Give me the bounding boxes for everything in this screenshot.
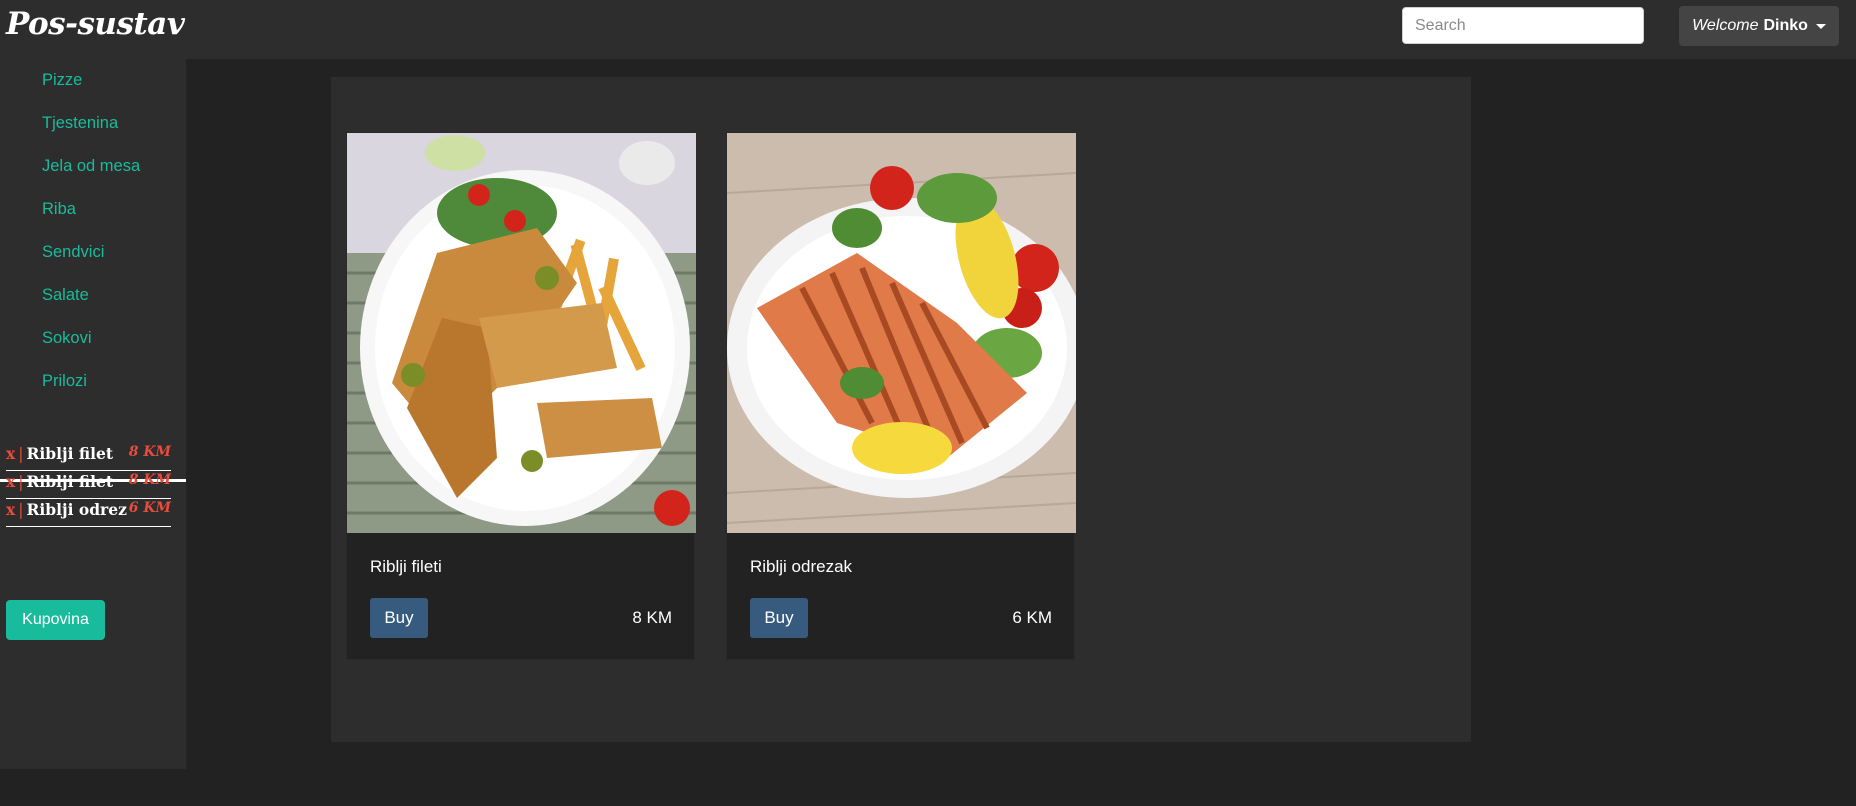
welcome-label: Welcome xyxy=(1692,17,1759,34)
product-image-salmon-steak xyxy=(727,133,1076,533)
brand-logo[interactable]: Pos-sustav xyxy=(6,6,185,42)
product-name: Riblji odrezak xyxy=(750,557,853,576)
cart-item-name: Riblji odrez xyxy=(26,500,127,519)
cart-item-price: 8 KM xyxy=(128,472,171,488)
navbar: Pos-sustav Welcome Dinko xyxy=(0,0,1856,59)
category-salate[interactable]: Salate xyxy=(42,286,89,305)
remove-item-button[interactable]: x xyxy=(6,500,15,519)
cart-separator: | xyxy=(18,501,24,519)
search-input[interactable] xyxy=(1402,7,1644,44)
buy-button[interactable]: Buy xyxy=(750,598,808,638)
remove-item-button[interactable]: x xyxy=(6,472,15,491)
caret-down-icon xyxy=(1815,23,1826,29)
product-panel: Riblji fileti Buy 8 KM Riblji odrezak Bu… xyxy=(331,77,1471,742)
sidebar: Pizze Tjestenina Jela od mesa Riba Sendv… xyxy=(0,59,186,769)
category-sendvici[interactable]: Sendvici xyxy=(42,243,104,262)
cart-item-name: Riblji filet xyxy=(26,444,114,463)
category-riba[interactable]: Riba xyxy=(42,200,76,219)
product-image-fish-fillets xyxy=(347,133,696,533)
cart-item-price: 6 KM xyxy=(128,500,171,516)
category-jela-od-mesa[interactable]: Jela od mesa xyxy=(42,157,140,176)
category-tjestenina[interactable]: Tjestenina xyxy=(42,114,118,133)
cart-item-price: 8 KM xyxy=(128,444,171,460)
category-sokovi[interactable]: Sokovi xyxy=(42,329,92,348)
category-prilozi[interactable]: Prilozi xyxy=(42,372,87,391)
cart-separator: | xyxy=(18,473,24,491)
buy-button[interactable]: Buy xyxy=(370,598,428,638)
user-menu-dropdown[interactable]: Welcome Dinko xyxy=(1679,6,1839,46)
checkout-button[interactable]: Kupovina xyxy=(6,600,105,640)
product-card: Riblji odrezak Buy 6 KM xyxy=(726,132,1076,660)
cart-item-name: Riblji filet xyxy=(26,472,114,491)
remove-item-button[interactable]: x xyxy=(6,444,15,463)
product-card: Riblji fileti Buy 8 KM xyxy=(346,132,696,660)
product-price: 8 KM xyxy=(632,608,672,627)
cart-item: x | Riblji odrez 6 KM xyxy=(6,500,171,527)
cart-separator: | xyxy=(18,445,24,463)
cart-item: x | Riblji filet 8 KM xyxy=(6,444,171,471)
product-price: 6 KM xyxy=(1012,608,1052,627)
product-name: Riblji fileti xyxy=(370,557,442,576)
category-pizze[interactable]: Pizze xyxy=(42,71,82,90)
cart-item: x | Riblji filet 8 KM xyxy=(6,472,171,499)
user-name: Dinko xyxy=(1763,17,1808,34)
